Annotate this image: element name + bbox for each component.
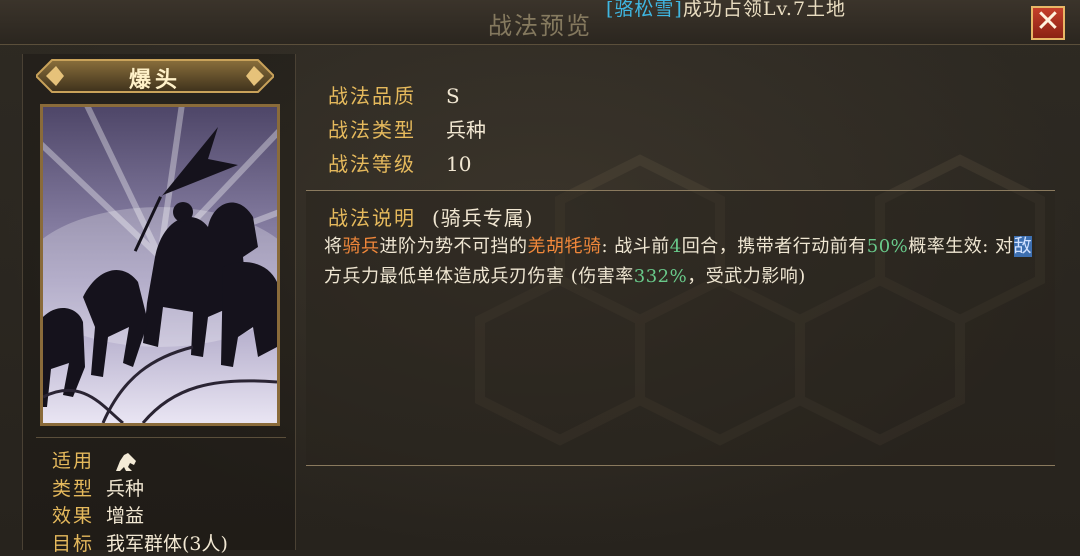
description-header: 战法说明 (骑兵专属) bbox=[328, 202, 534, 231]
attr-category-value: 兵种 bbox=[106, 478, 145, 500]
title-bar: 战法预览 [骆松雪]成功占领Lv.7土地 bbox=[0, 0, 1080, 45]
type-label: 战法类型 bbox=[328, 118, 416, 142]
level-value: 10 bbox=[446, 152, 472, 176]
attr-applicable-label: 适用 bbox=[52, 450, 95, 472]
attr-category-label: 类型 bbox=[52, 478, 95, 500]
attr-effect-row: 效果 增益 bbox=[52, 501, 144, 528]
desc-seg: 概率生效: 对 bbox=[908, 236, 1014, 257]
description-title: 战法说明 bbox=[328, 206, 416, 230]
desc-seg: 进阶为势不可挡的 bbox=[379, 236, 528, 257]
desc-highlight-cavalry: 骑兵 bbox=[342, 236, 380, 257]
attr-target-value: 我军群体(3人) bbox=[106, 533, 228, 555]
attr-applicable-row: 适用 bbox=[52, 446, 138, 473]
attr-target-label: 目标 bbox=[52, 533, 95, 555]
quality-row: 战法品质 S bbox=[328, 80, 460, 109]
desc-seg: 方兵力最低单体造成兵刃伤害 (伤害率 bbox=[324, 266, 634, 287]
attr-target-row: 目标 我军群体(3人) bbox=[52, 529, 228, 556]
desc-highlight-rounds: 4 bbox=[669, 236, 682, 257]
level-label: 战法等级 bbox=[328, 152, 416, 176]
tactic-illustration bbox=[40, 104, 280, 426]
desc-highlight-chance: 50% bbox=[866, 236, 909, 257]
description-subtitle: (骑兵专属) bbox=[432, 206, 534, 230]
desc-seg: 将 bbox=[324, 236, 343, 257]
cavalry-icon bbox=[116, 453, 137, 471]
attr-category-row: 类型 兵种 bbox=[52, 474, 144, 501]
desc-highlight-damage: 332% bbox=[633, 266, 688, 287]
card-divider bbox=[36, 437, 286, 438]
attr-effect-value: 增益 bbox=[106, 505, 145, 527]
quality-label: 战法品质 bbox=[328, 84, 416, 108]
quality-value: S bbox=[446, 84, 460, 108]
desc-highlight-unit: 羌胡牦骑 bbox=[527, 236, 602, 257]
announcement-text: 成功占领Lv.7土地 bbox=[682, 0, 847, 20]
tactic-name: 爆头 bbox=[128, 67, 181, 93]
desc-seg: 回合，携带者行动前有 bbox=[681, 236, 867, 257]
desc-selected-text: 敌 bbox=[1013, 236, 1033, 257]
type-value: 兵种 bbox=[446, 118, 486, 142]
type-row: 战法类型 兵种 bbox=[328, 114, 486, 143]
desc-seg: : 战斗前 bbox=[601, 236, 670, 257]
attr-effect-label: 效果 bbox=[52, 505, 95, 527]
window-title: 战法预览 bbox=[488, 12, 592, 40]
description-text: 将骑兵进阶为势不可挡的羌胡牦骑: 战斗前4回合，携带者行动前有50%概率生效: … bbox=[324, 232, 1044, 292]
announcement-marquee: [骆松雪]成功占领Lv.7土地 bbox=[606, 0, 846, 21]
close-button[interactable]: ✕ bbox=[1031, 6, 1065, 40]
level-row: 战法等级 10 bbox=[328, 148, 471, 177]
announcement-player-name: [骆松雪] bbox=[606, 0, 683, 20]
desc-seg: ，受武力影响) bbox=[687, 266, 806, 287]
